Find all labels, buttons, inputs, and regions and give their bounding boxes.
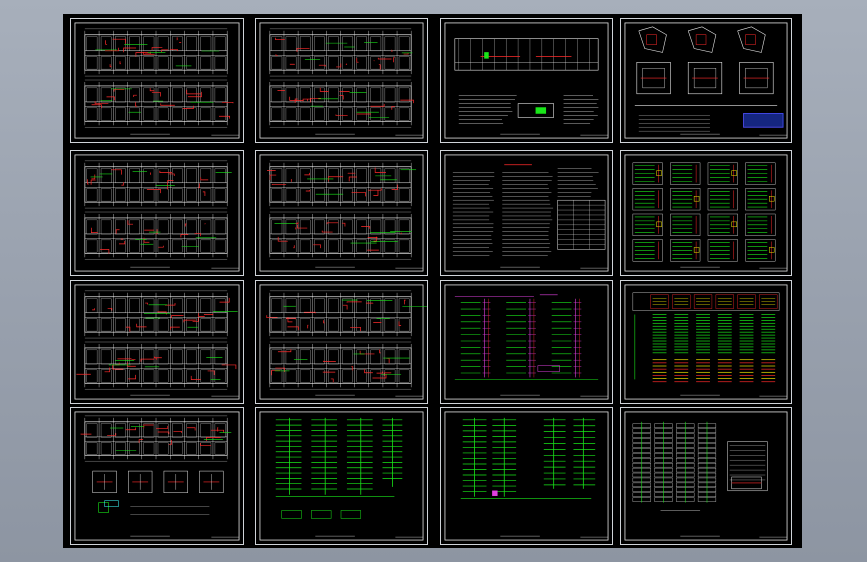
drawing-sheet-s16[interactable] [620,407,792,545]
drawing-canvas[interactable] [63,14,802,548]
drawing-sheet-s8[interactable] [620,150,792,276]
drawing-sheet-s10[interactable] [255,280,428,404]
drawing-sheet-s12[interactable] [620,280,792,404]
sheet-graphic [259,411,424,541]
drawing-sheet-s9[interactable] [70,280,244,404]
sheet-graphic [74,284,240,400]
drawing-sheet-s6[interactable] [255,150,428,276]
sheet-graphic [74,154,240,272]
drawing-sheet-s3[interactable] [440,18,613,143]
drawing-sheet-s1[interactable] [70,18,244,143]
sheet-graphic [624,284,788,400]
drawing-sheet-s4[interactable] [620,18,792,143]
sheet-graphic [74,411,240,541]
sheet-graphic [444,284,609,400]
drawing-sheet-s7[interactable] [440,150,613,276]
sheet-graphic [444,411,609,541]
sheet-graphic [74,22,240,139]
sheet-graphic [444,22,609,139]
sheet-graphic [259,284,427,400]
sheet-graphic [624,22,788,139]
sheet-graphic [624,411,788,541]
sheet-graphic [624,154,788,272]
drawing-sheet-s2[interactable] [255,18,428,143]
drawing-sheet-s5[interactable] [70,150,244,276]
sheet-graphic [259,154,424,272]
drawing-sheet-s11[interactable] [440,280,613,404]
drawing-sheet-s13[interactable] [70,407,244,545]
sheet-graphic [259,22,424,139]
drawing-sheet-s15[interactable] [440,407,613,545]
drawing-sheet-s14[interactable] [255,407,428,545]
sheet-graphic [444,154,609,272]
